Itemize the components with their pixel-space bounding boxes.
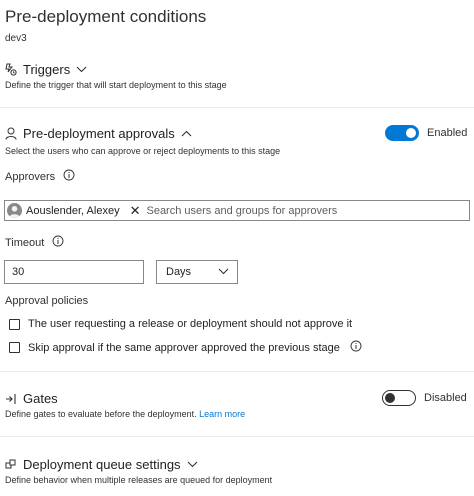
toggle-knob bbox=[406, 128, 416, 138]
approver-name: Aouslender, Alexey bbox=[26, 204, 120, 217]
divider bbox=[0, 371, 474, 372]
queue-section-header[interactable]: Deployment queue settings bbox=[5, 457, 198, 472]
gates-section-header[interactable]: Gates bbox=[5, 391, 58, 406]
queue-icon bbox=[5, 459, 17, 471]
triggers-description: Define the trigger that will start deplo… bbox=[5, 80, 227, 90]
approvers-picker[interactable]: Aouslender, Alexey ✕ bbox=[4, 200, 470, 221]
approver-search-input[interactable] bbox=[146, 204, 447, 217]
trigger-icon bbox=[5, 63, 17, 76]
info-icon[interactable] bbox=[52, 235, 64, 250]
timeout-label: Timeout bbox=[5, 236, 45, 249]
divider bbox=[0, 107, 474, 108]
toggle-knob bbox=[385, 392, 395, 403]
gates-description: Define gates to evaluate before the depl… bbox=[5, 409, 197, 419]
policies-label: Approval policies bbox=[5, 295, 89, 307]
approvals-section-header[interactable]: Pre-deployment approvals bbox=[5, 126, 192, 141]
approvals-description: Select the users who can approve or reje… bbox=[5, 146, 281, 156]
approver-chip[interactable]: Aouslender, Alexey ✕ bbox=[5, 201, 140, 220]
approvals-toggle-label: Enabled bbox=[427, 127, 468, 139]
gates-description-row: Define gates to evaluate before the depl… bbox=[5, 409, 245, 419]
person-icon bbox=[5, 127, 17, 140]
timeout-unit-value: Days bbox=[166, 266, 192, 278]
divider bbox=[0, 436, 474, 437]
triggers-section-header[interactable]: Triggers bbox=[5, 62, 87, 77]
page-title: Pre-deployment conditions bbox=[5, 7, 207, 26]
timeout-unit-dropdown[interactable]: Days bbox=[156, 260, 238, 284]
gates-toggle-group: Disabled bbox=[382, 390, 467, 406]
policy-checkbox[interactable] bbox=[9, 318, 20, 330]
stage-name: dev3 bbox=[5, 33, 27, 44]
policy-row[interactable]: The user requesting a release or deploym… bbox=[9, 318, 352, 330]
queue-title: Deployment queue settings bbox=[23, 457, 181, 472]
gates-toggle-label: Disabled bbox=[424, 392, 467, 404]
approvals-toggle[interactable] bbox=[385, 125, 419, 141]
queue-description: Define behavior when multiple releases a… bbox=[5, 475, 273, 485]
remove-approver-close-icon[interactable]: ✕ bbox=[130, 204, 141, 217]
approvers-label: Approvers bbox=[5, 170, 56, 183]
timeout-label-row: Timeout bbox=[5, 235, 64, 250]
avatar bbox=[7, 203, 22, 218]
approvers-label-row: Approvers bbox=[5, 169, 75, 184]
chevron-down-icon bbox=[218, 266, 229, 278]
gates-title: Gates bbox=[23, 391, 58, 406]
gates-icon bbox=[5, 393, 17, 405]
approvals-title: Pre-deployment approvals bbox=[23, 126, 175, 141]
policy-row[interactable]: Skip approval if the same approver appro… bbox=[9, 340, 362, 355]
approvals-toggle-group: Enabled bbox=[385, 125, 467, 141]
learn-more-link[interactable]: Learn more bbox=[199, 409, 245, 419]
policy-label: The user requesting a release or deploym… bbox=[28, 318, 353, 330]
chevron-up-icon bbox=[181, 130, 192, 137]
info-icon[interactable] bbox=[350, 340, 362, 355]
triggers-title: Triggers bbox=[23, 62, 71, 77]
chevron-down-icon bbox=[187, 461, 198, 468]
policy-checkbox[interactable] bbox=[9, 342, 20, 353]
policy-label: Skip approval if the same approver appro… bbox=[28, 341, 340, 354]
info-icon[interactable] bbox=[63, 169, 75, 184]
gates-toggle[interactable] bbox=[382, 390, 416, 406]
chevron-down-icon bbox=[76, 66, 87, 73]
timeout-input[interactable]: 30 bbox=[4, 260, 144, 284]
